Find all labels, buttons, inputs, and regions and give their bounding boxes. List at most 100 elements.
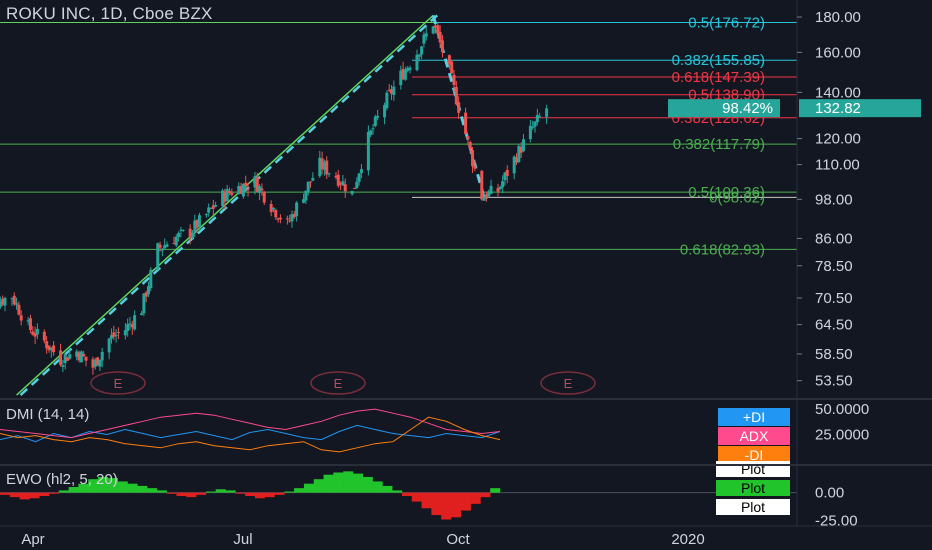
candle-body — [15, 303, 19, 305]
dmi-axis-label: 25.0000 — [815, 427, 869, 444]
ewo-bar — [39, 492, 50, 496]
ewo-bar — [137, 485, 148, 493]
candle-body — [452, 74, 456, 86]
candle-body — [350, 190, 354, 195]
ewo-bar — [147, 488, 158, 493]
ewo-axis-label: 0.00 — [815, 485, 844, 502]
time-axis-label: 2020 — [671, 531, 704, 548]
ewo-bar — [480, 492, 491, 498]
price-pane: 0.5(176.72)0.382(155.85)0.618(147.39)0.5… — [0, 14, 797, 396]
ewo-bar — [58, 490, 69, 493]
ewo-bar — [156, 490, 167, 493]
ewo-bar — [274, 492, 285, 495]
candle-body — [457, 102, 461, 113]
price-tick-label: 160.00 — [815, 44, 861, 61]
candle-body — [327, 173, 331, 175]
candle-body — [392, 86, 396, 96]
candle-body — [160, 248, 164, 251]
time-axis-label: Apr — [21, 531, 44, 548]
candle-body — [230, 192, 234, 195]
candle-body — [385, 92, 389, 108]
candle-body — [371, 128, 375, 130]
ewo-bar — [29, 492, 40, 499]
candle-body — [204, 214, 208, 216]
price-tick-label: 64.50 — [815, 317, 853, 334]
ewo-legend-label: Plot — [741, 499, 765, 515]
candle-body — [466, 136, 470, 140]
ewo-bar — [186, 492, 197, 498]
candle-body — [214, 205, 218, 207]
candle-body — [68, 354, 72, 359]
candle-body — [424, 33, 428, 37]
ewo-bar — [196, 492, 207, 495]
ewo-bar — [392, 490, 403, 493]
candle-body — [126, 324, 130, 331]
ewo-bar — [421, 492, 432, 509]
candle-body — [304, 190, 308, 201]
ewo-bar — [352, 473, 364, 493]
candle-body — [531, 126, 535, 128]
candle-body — [359, 169, 363, 174]
ewo-bar — [235, 492, 246, 494]
candle-body — [190, 232, 194, 238]
candle-body — [140, 313, 144, 316]
ewo-pane: Plot Plot Plot — [0, 461, 797, 520]
candle-body — [244, 182, 248, 186]
candle-body — [311, 177, 315, 181]
dmi-series-line — [0, 424, 501, 443]
candle-body — [260, 188, 264, 191]
ewo-bar — [254, 492, 266, 499]
candle-body — [471, 150, 475, 167]
ewo-bar — [313, 479, 324, 493]
candle-body — [274, 209, 278, 218]
ewo-bar — [401, 492, 413, 496]
ewo-bar — [49, 492, 60, 494]
candle-body — [403, 69, 407, 80]
candle-body — [325, 160, 329, 175]
candle-body — [505, 169, 509, 176]
candle-body — [84, 356, 88, 361]
candle-body — [373, 116, 377, 127]
ewo-bar — [215, 489, 226, 493]
fib-level-label: 0.5(176.72) — [688, 15, 765, 32]
candle-body — [533, 121, 537, 127]
price-tick-label: 180.00 — [815, 9, 861, 26]
candle-body — [42, 331, 46, 341]
earnings-marker-label: E — [564, 376, 573, 391]
ewo-bar — [460, 492, 471, 511]
candle-body — [98, 359, 102, 367]
candle-body — [123, 330, 127, 336]
candle-body — [473, 166, 477, 169]
candle-body — [343, 184, 347, 192]
candle-body — [177, 232, 181, 237]
candle-body — [376, 115, 380, 118]
time-axis-label: Oct — [446, 531, 470, 548]
candle-body — [468, 142, 472, 149]
ewo-bar — [117, 481, 128, 493]
fib-level-label: 0(98.62) — [709, 189, 765, 206]
candle-body — [521, 139, 525, 152]
candle-body — [408, 67, 412, 70]
ewo-bar — [343, 471, 354, 493]
price-tick-label: 70.50 — [815, 290, 853, 307]
candle-body — [489, 185, 493, 194]
candle-body — [181, 229, 185, 231]
price-tick-label: 110.00 — [815, 157, 860, 174]
ewo-legend-label: Plot — [741, 461, 765, 477]
ewo-bar — [0, 492, 11, 495]
candle-body — [12, 295, 16, 305]
candle-body — [415, 54, 419, 71]
candle-body — [35, 328, 39, 335]
price-tick-label: 58.50 — [815, 346, 853, 363]
candle-body — [17, 304, 21, 315]
candle-body — [112, 332, 116, 337]
ewo-bar — [225, 490, 236, 493]
ewo-bar — [431, 492, 442, 516]
ewo-bar — [441, 492, 452, 520]
candle-body — [100, 351, 104, 361]
candle-body — [228, 191, 232, 193]
candle-body — [271, 207, 275, 210]
ewo-bar — [19, 492, 30, 500]
ewo-title: EWO (hl2, 5, 20) — [6, 471, 118, 488]
earnings-marker-label: E — [334, 376, 343, 391]
